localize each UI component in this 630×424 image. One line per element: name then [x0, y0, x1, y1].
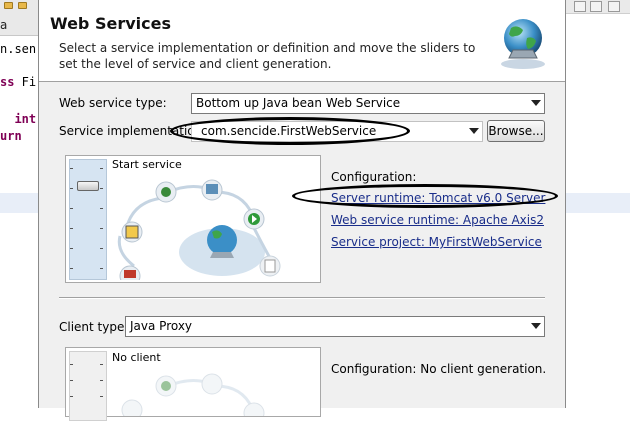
service-configuration-label: Configuration:	[331, 170, 417, 184]
client-level-panel: No client	[65, 347, 321, 421]
toolbar-icon	[574, 1, 586, 12]
web-service-type-label: Web service type:	[59, 96, 167, 110]
toolbar-icon	[608, 1, 620, 12]
web-service-runtime-link[interactable]: Web service runtime: Apache Axis2	[331, 213, 544, 227]
background-toolbar	[566, 0, 630, 14]
browse-button[interactable]: Browse...	[487, 120, 545, 142]
code-line: ss Fi	[0, 75, 37, 89]
server-runtime-link[interactable]: Server runtime: Tomcat v6.0 Server	[331, 191, 545, 205]
code-line: int	[0, 112, 37, 126]
web-services-dialog: Web Services Select a service implementa…	[38, 0, 566, 421]
background-editor: a n.sen ss Fi int urn	[0, 0, 38, 408]
service-slider-thumb[interactable]	[77, 181, 99, 191]
client-type-label: Client type:	[59, 320, 129, 334]
folder-icon	[4, 2, 13, 9]
folder-icon	[18, 2, 27, 9]
slider-ticks	[70, 364, 73, 424]
slider-ticks	[100, 168, 103, 278]
page-description: Select a service implementation or defin…	[59, 41, 476, 71]
page-title: Web Services	[50, 14, 171, 33]
current-line-highlight	[566, 193, 630, 213]
web-service-type-select[interactable]: Bottom up Java bean Web Service	[191, 93, 545, 114]
service-implementation-input[interactable]: com.sencide.FirstWebService	[191, 121, 483, 142]
client-stage-diagram	[121, 373, 265, 416]
chevron-down-icon	[469, 128, 479, 134]
client-stage-label: No client	[112, 351, 161, 364]
chevron-down-icon	[531, 323, 541, 329]
background-tab-bar: a	[0, 0, 38, 36]
service-stage-diagram	[117, 179, 281, 280]
service-level-panel: Start service	[65, 155, 321, 283]
chevron-down-icon	[531, 100, 541, 106]
service-implementation-label: Service implementation:	[59, 124, 207, 138]
code-line: urn	[0, 129, 22, 143]
current-line-highlight	[0, 193, 38, 213]
client-type-select[interactable]: Java Proxy	[125, 316, 545, 337]
client-configuration-text: Configuration: No client generation.	[331, 362, 547, 376]
web-services-globe-icon	[501, 19, 545, 69]
service-stage-label: Start service	[112, 158, 182, 171]
toolbar-icon	[590, 1, 602, 12]
wizard-banner: Web Services Select a service implementa…	[39, 0, 565, 82]
slider-ticks	[100, 364, 103, 424]
section-separator	[59, 297, 545, 299]
background-tab-label: a	[0, 18, 8, 32]
service-project-link[interactable]: Service project: MyFirstWebService	[331, 235, 542, 249]
code-line: n.sen	[0, 42, 37, 56]
slider-ticks	[70, 168, 73, 278]
